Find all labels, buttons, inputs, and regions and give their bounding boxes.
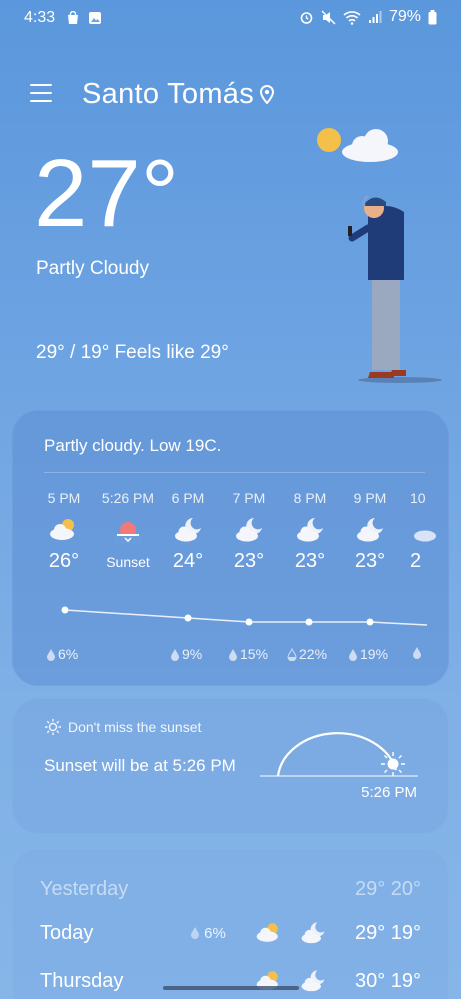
day-name: Today	[40, 921, 94, 944]
current-temperature: 27°	[34, 140, 180, 247]
day-row-yesterday[interactable]: Yesterday 29° 20°	[40, 874, 421, 904]
day-row-thursday[interactable]: Thursday 30° 19°	[40, 966, 421, 996]
gesture-nav-handle[interactable]	[163, 986, 299, 990]
location-pin-icon	[260, 84, 275, 104]
precip-item: 22%	[287, 646, 327, 662]
raindrop-icon	[229, 648, 237, 661]
mute-icon	[321, 9, 336, 25]
sunset-time: 5:26 PM	[361, 784, 417, 801]
partly-cloudy-night-icon	[301, 922, 325, 944]
precip-item: 15%	[228, 646, 268, 662]
status-bar: 4:33 79%	[0, 0, 461, 36]
daily-forecast-card[interactable]: Yesterday 29° 20° Today 6% 29° 19° Thurs…	[12, 848, 449, 999]
sunset-message: Sunset will be at 5:26 PM	[44, 756, 236, 775]
signal-icon	[368, 11, 382, 23]
raindrop-icon	[47, 648, 55, 661]
day-row-today[interactable]: Today 6% 29° 19°	[40, 918, 421, 948]
temperature-trend-line	[61, 606, 428, 626]
raindrop-icon	[349, 648, 357, 661]
location-name: Santo Tomás	[82, 78, 255, 110]
battery-icon	[428, 9, 437, 24]
day-temps: 29° 20°	[354, 877, 421, 900]
raindrop-half-icon	[287, 647, 297, 661]
precip-item-partial	[412, 646, 422, 659]
day-temps: 30° 19°	[354, 969, 421, 992]
current-condition: Partly Cloudy	[36, 258, 149, 279]
partly-cloudy-day-icon	[256, 923, 278, 942]
wifi-icon	[343, 10, 361, 25]
hourly-forecast-card[interactable]: Partly cloudy. Low 19C. 5 PM 26° 5:26 PM…	[12, 410, 449, 686]
status-time: 4:33	[24, 9, 56, 26]
location-header[interactable]: Santo Tomás	[82, 78, 275, 111]
precip-value: 9%	[182, 646, 203, 662]
precip-value: 22%	[299, 646, 328, 662]
precip-value: 6%	[58, 646, 79, 662]
battery-percent: 79%	[388, 8, 421, 25]
cloud-icon	[342, 129, 398, 162]
sunset-card[interactable]: Don't miss the sunset Sunset will be at …	[12, 698, 449, 834]
day-name: Yesterday	[40, 877, 129, 900]
sun-outline-icon	[45, 719, 61, 735]
weather-illustration	[317, 128, 442, 383]
sun-position-icon	[381, 752, 405, 776]
day-precip: 6%	[190, 925, 226, 942]
precip-value: 19%	[360, 646, 389, 662]
sun-icon	[317, 128, 341, 152]
precip-item: 6%	[46, 646, 78, 662]
raindrop-icon	[413, 647, 421, 659]
menu-button[interactable]	[30, 84, 52, 104]
partly-cloudy-night-icon	[301, 970, 325, 992]
alarm-icon	[300, 11, 313, 24]
precip-item: 19%	[348, 646, 388, 662]
raindrop-icon	[191, 926, 199, 939]
day-temps: 29° 19°	[354, 921, 421, 944]
shopping-bag-icon	[68, 11, 78, 24]
partly-cloudy-day-icon	[256, 971, 278, 990]
sunset-tip-text: Don't miss the sunset	[68, 719, 202, 735]
gallery-icon	[89, 12, 101, 24]
hi-lo-feels-like: 29° / 19° Feels like 29°	[36, 342, 229, 363]
precip-item: 9%	[170, 646, 202, 662]
day-name: Thursday	[40, 969, 124, 992]
precip-value: 15%	[240, 646, 269, 662]
day-precip-value: 6%	[204, 924, 226, 942]
sunset-tip: Don't miss the sunset	[44, 718, 201, 736]
raindrop-icon	[171, 648, 179, 661]
sun-arc-graph	[260, 732, 418, 777]
